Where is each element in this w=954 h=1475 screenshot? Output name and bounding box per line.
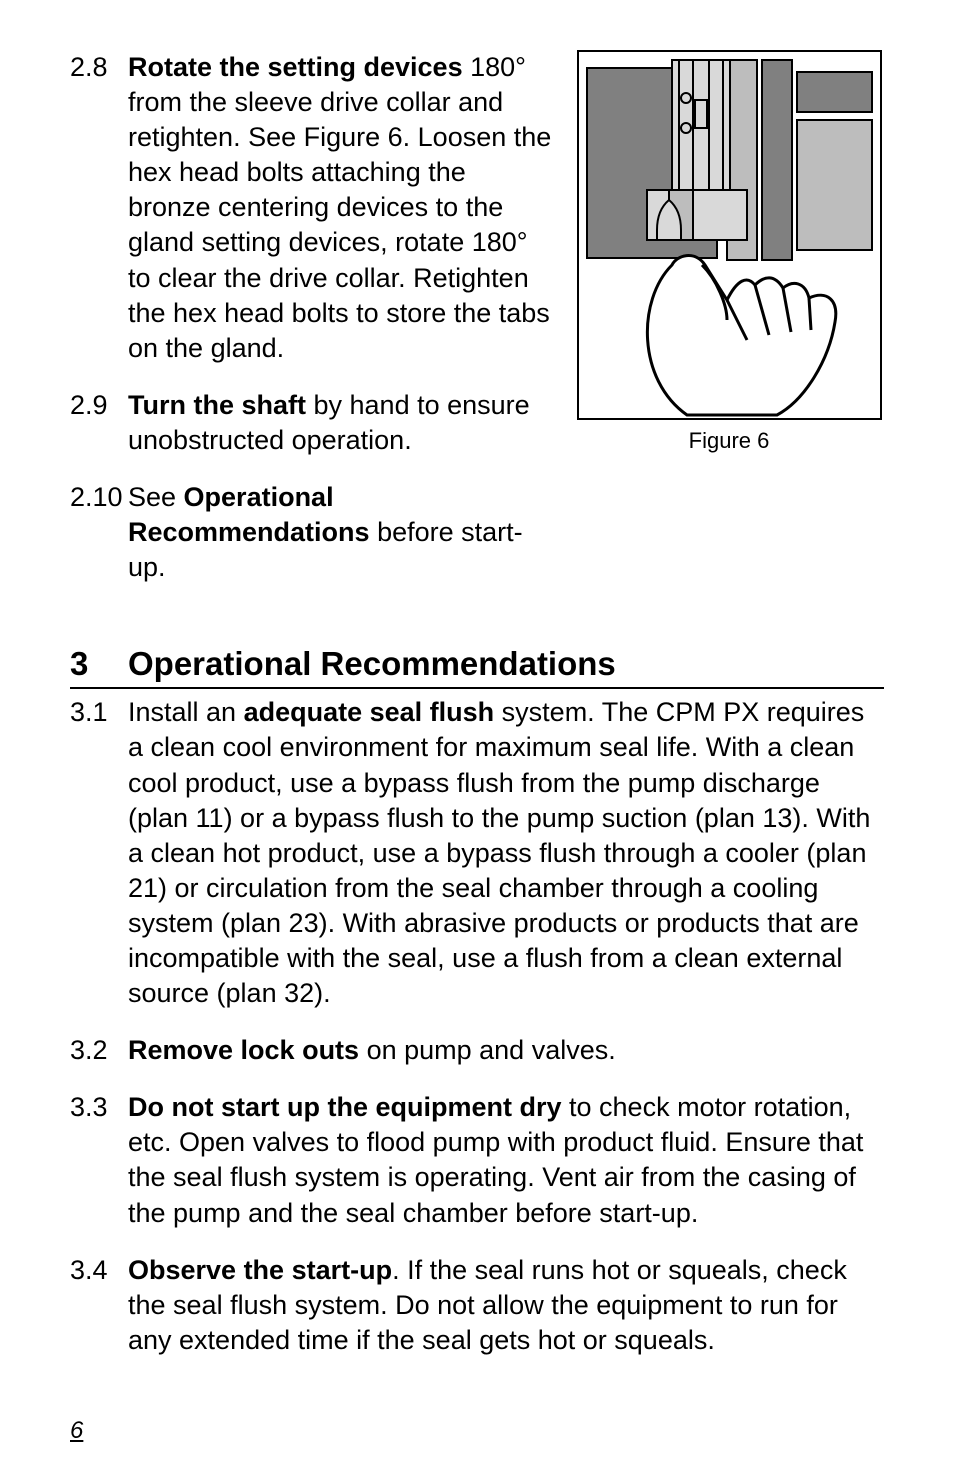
step-rest: on pump and valves. [359, 1035, 616, 1065]
step-pre: See [128, 482, 184, 512]
step-lead: Do not start up the equipment dry [128, 1092, 562, 1122]
figure-6-caption: Figure 6 [689, 428, 770, 454]
step-body: Rotate the setting devices 180° from the… [128, 50, 554, 366]
step-lead: adequate seal flush [244, 697, 495, 727]
figure-6-container: Figure 6 [574, 50, 884, 607]
step-2-8: 2.8 Rotate the setting devices 180° from… [70, 50, 554, 366]
figure-6-illustration [577, 50, 882, 420]
section-title: Operational Recommendations [128, 645, 616, 682]
step-number: 2.8 [70, 50, 128, 366]
step-2-9: 2.9 Turn the shaft by hand to ensure uno… [70, 388, 554, 458]
step-number: 3.1 [70, 695, 128, 1011]
section-number: 3 [70, 645, 128, 683]
step-body: Install an adequate seal flush system. T… [128, 695, 884, 1011]
step-lead: Turn the shaft [128, 390, 306, 420]
step-body: See Operational Recommendations before s… [128, 480, 554, 585]
step-lead: Rotate the setting devices [128, 52, 463, 82]
page-number: 6 [70, 1417, 83, 1445]
step-number: 2.10 [70, 480, 128, 585]
step-rest: 180° from the sleeve drive collar and re… [128, 52, 551, 363]
step-body: Turn the shaft by hand to ensure unobstr… [128, 388, 554, 458]
step-lead: Observe the start-up [128, 1255, 392, 1285]
step-number: 3.2 [70, 1033, 128, 1068]
step-2-10: 2.10 See Operational Recommendations bef… [70, 480, 554, 585]
step-number: 3.3 [70, 1090, 128, 1230]
step-body: Observe the start-up. If the seal runs h… [128, 1253, 884, 1358]
step-3-2: 3.2 Remove lock outs on pump and valves. [70, 1033, 884, 1068]
step-3-3: 3.3 Do not start up the equipment dry to… [70, 1090, 884, 1230]
top-text-column: 2.8 Rotate the setting devices 180° from… [70, 50, 554, 607]
step-number: 3.4 [70, 1253, 128, 1358]
step-body: Remove lock outs on pump and valves. [128, 1033, 616, 1068]
step-pre: Install an [128, 697, 244, 727]
step-lead: Remove lock outs [128, 1035, 359, 1065]
section-3-heading: 3Operational Recommendations [70, 645, 884, 689]
top-row: 2.8 Rotate the setting devices 180° from… [70, 50, 884, 607]
step-body: Do not start up the equipment dry to che… [128, 1090, 884, 1230]
step-rest: system. The CPM PX requires a clean cool… [128, 697, 870, 1008]
step-number: 2.9 [70, 388, 128, 458]
step-3-1: 3.1 Install an adequate seal flush syste… [70, 695, 884, 1011]
step-3-4: 3.4 Observe the start-up. If the seal ru… [70, 1253, 884, 1358]
page: 2.8 Rotate the setting devices 180° from… [0, 0, 954, 1475]
